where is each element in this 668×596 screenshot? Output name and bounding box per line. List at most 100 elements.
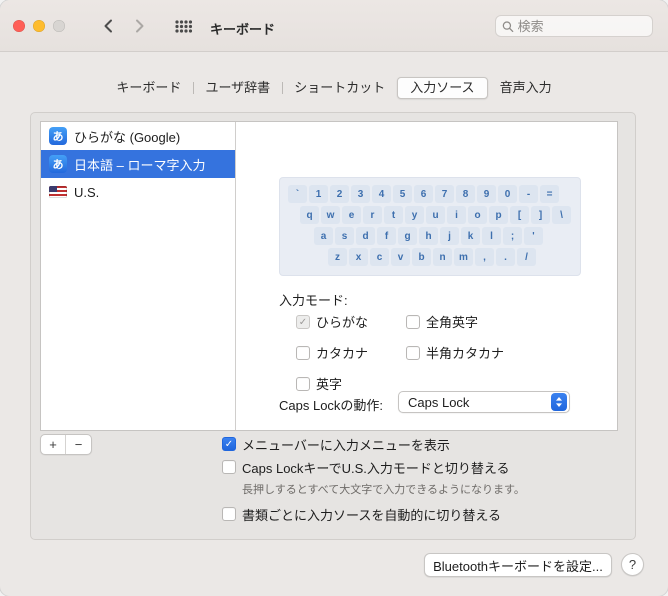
keyboard-key: z xyxy=(328,248,347,266)
caps-lock-action-label: Caps Lockの動作: xyxy=(279,398,384,413)
keyboard-key: n xyxy=(433,248,452,266)
keyboard-key: = xyxy=(540,185,559,203)
keyboard-key: q xyxy=(300,206,319,224)
keyboard-key: 6 xyxy=(414,185,433,203)
source-label: 日本語 – ローマ字入力 xyxy=(74,157,206,173)
back-button[interactable] xyxy=(96,16,120,36)
keyboard-key: 5 xyxy=(393,185,412,203)
keyboard-key: 1 xyxy=(309,185,328,203)
show-all-button[interactable] xyxy=(170,17,196,35)
caps-lock-note: 長押しするとすべて大文字で入力できるようになります。 xyxy=(242,484,525,496)
caps-lock-popup-button[interactable]: Caps Lock xyxy=(398,391,570,413)
checkbox-row-hankaku-katakana[interactable]: 半角カタカナ xyxy=(406,343,504,362)
keyboard-key: 2 xyxy=(330,185,349,203)
list-edit-controls: + − xyxy=(40,434,92,455)
keyboard-key: l xyxy=(482,227,501,245)
keyboard-key: , xyxy=(475,248,494,266)
global-input-options: メニューバーに入力メニューを表示 Caps LockキーでU.S.入力モードと切… xyxy=(222,435,632,528)
checkbox-label: メニューバーに入力メニューを表示 xyxy=(242,437,450,453)
keyboard-key: y xyxy=(405,206,424,224)
keyboard-key: a xyxy=(314,227,333,245)
keyboard-key: t xyxy=(384,206,403,224)
checkbox-label: 全角英字 xyxy=(426,315,479,330)
tab-shortcuts[interactable]: ショートカット xyxy=(282,77,397,99)
keyboard-key: v xyxy=(391,248,410,266)
keyboard-key: o xyxy=(468,206,487,224)
kana-a-icon: あ xyxy=(49,127,67,145)
keyboard-key: ' xyxy=(524,227,543,245)
checkbox-row-zenkaku-eiji[interactable]: 全角英字 xyxy=(406,312,504,331)
katakana-checkbox[interactable] xyxy=(296,345,310,360)
show-input-menu-checkbox[interactable] xyxy=(222,437,236,451)
tab-input-sources[interactable]: 入力ソース xyxy=(397,77,488,99)
forward-button[interactable] xyxy=(128,16,152,36)
keyboard-key: u xyxy=(426,206,445,224)
popup-selected-value: Caps Lock xyxy=(408,394,470,410)
auto-switch-checkbox[interactable] xyxy=(222,507,236,521)
hiragana-checkbox xyxy=(296,314,310,329)
keyboard-key: \ xyxy=(552,206,571,224)
caps-lock-switch-checkbox[interactable] xyxy=(222,460,236,474)
eiji-checkbox[interactable] xyxy=(296,376,310,391)
keyboard-key: 9 xyxy=(477,185,496,203)
keyboard-key: [ xyxy=(510,206,529,224)
tab-user-dictionary[interactable]: ユーザ辞書 xyxy=(193,77,282,99)
add-input-source-button[interactable]: + xyxy=(41,435,66,454)
search-input[interactable] xyxy=(517,18,646,34)
input-mode-column-2: 全角英字 半角カタカナ xyxy=(406,312,504,362)
checkbox-label: Caps LockキーでU.S.入力モードと切り替える xyxy=(242,460,510,476)
keyboard-row: q w e r t y u i o p[] \ xyxy=(300,206,572,224)
keyboard-key: m xyxy=(454,248,473,266)
tab-dictation[interactable]: 音声入力 xyxy=(488,77,564,99)
chevron-left-icon xyxy=(104,19,112,33)
keyboard-key: 7 xyxy=(435,185,454,203)
search-field[interactable] xyxy=(495,15,653,37)
close-button[interactable] xyxy=(13,20,25,32)
checkbox-label: カタカナ xyxy=(316,346,369,361)
keyboard-key: ] xyxy=(531,206,550,224)
keyboard-row: a s d f g h j k l; ' xyxy=(314,227,572,245)
keyboard-row: ` 1 2 3 4 5 6 7 8 9 0- = xyxy=(288,185,572,203)
keyboard-key: 8 xyxy=(456,185,475,203)
grid-icon xyxy=(174,19,192,33)
tab-bar: キーボード ユーザ辞書 ショートカット 入力ソース 音声入力 xyxy=(0,77,668,99)
minimize-button[interactable] xyxy=(33,20,45,32)
checkbox-row-show-input-menu[interactable]: メニューバーに入力メニューを表示 xyxy=(222,435,632,453)
keyboard-key: h xyxy=(419,227,438,245)
titlebar: キーボード xyxy=(0,0,668,52)
keyboard-key: . xyxy=(496,248,515,266)
input-source-list: あ ひらがな (Google) あ 日本語 – ローマ字入力 U.S. xyxy=(41,122,236,430)
keyboard-key: 0 xyxy=(498,185,517,203)
bluetooth-keyboard-setup-button[interactable]: Bluetoothキーボードを設定... xyxy=(424,553,612,577)
tab-keyboard[interactable]: キーボード xyxy=(104,77,193,99)
keyboard-row: z x c v b n m,. / xyxy=(328,248,572,266)
keyboard-key: w xyxy=(321,206,340,224)
keyboard-key: - xyxy=(519,185,538,203)
source-row-japanese-romaji[interactable]: あ 日本語 – ローマ字入力 xyxy=(41,150,235,178)
checkbox-row-eiji[interactable]: 英字 xyxy=(296,374,368,393)
help-button[interactable]: ? xyxy=(621,553,644,576)
keyboard-key: / xyxy=(517,248,536,266)
window-title: キーボード xyxy=(210,22,276,37)
popup-chevrons-icon xyxy=(551,393,567,411)
checkbox-row-hiragana[interactable]: ひらがな xyxy=(296,312,368,331)
keyboard-key: ` xyxy=(288,185,307,203)
hankaku-katakana-checkbox[interactable] xyxy=(406,345,420,360)
zenkaku-eiji-checkbox[interactable] xyxy=(406,314,420,329)
remove-input-source-button[interactable]: − xyxy=(66,435,91,454)
checkbox-row-auto-switch[interactable]: 書類ごとに入力ソースを自動的に切り替える xyxy=(222,505,632,523)
keyboard-key: p xyxy=(489,206,508,224)
window-controls xyxy=(13,20,65,32)
keyboard-layout-preview: ` 1 2 3 4 5 6 7 8 9 0- = q w e r t y u i o p[] \ a s d f g h j k l; ' z x c… xyxy=(279,177,581,276)
source-row-hiragana-google[interactable]: あ ひらがな (Google) xyxy=(41,122,235,150)
keyboard-key: b xyxy=(412,248,431,266)
input-mode-column-1: ひらがな カタカナ 英字 xyxy=(296,312,368,393)
checkbox-row-caps-lock-switch[interactable]: Caps LockキーでU.S.入力モードと切り替える xyxy=(222,458,632,476)
keyboard-key: s xyxy=(335,227,354,245)
chevron-right-icon xyxy=(136,19,144,33)
search-icon xyxy=(502,20,514,32)
keyboard-key: d xyxy=(356,227,375,245)
source-row-us[interactable]: U.S. xyxy=(41,178,235,206)
checkbox-row-katakana[interactable]: カタカナ xyxy=(296,343,368,362)
keyboard-key: j xyxy=(440,227,459,245)
